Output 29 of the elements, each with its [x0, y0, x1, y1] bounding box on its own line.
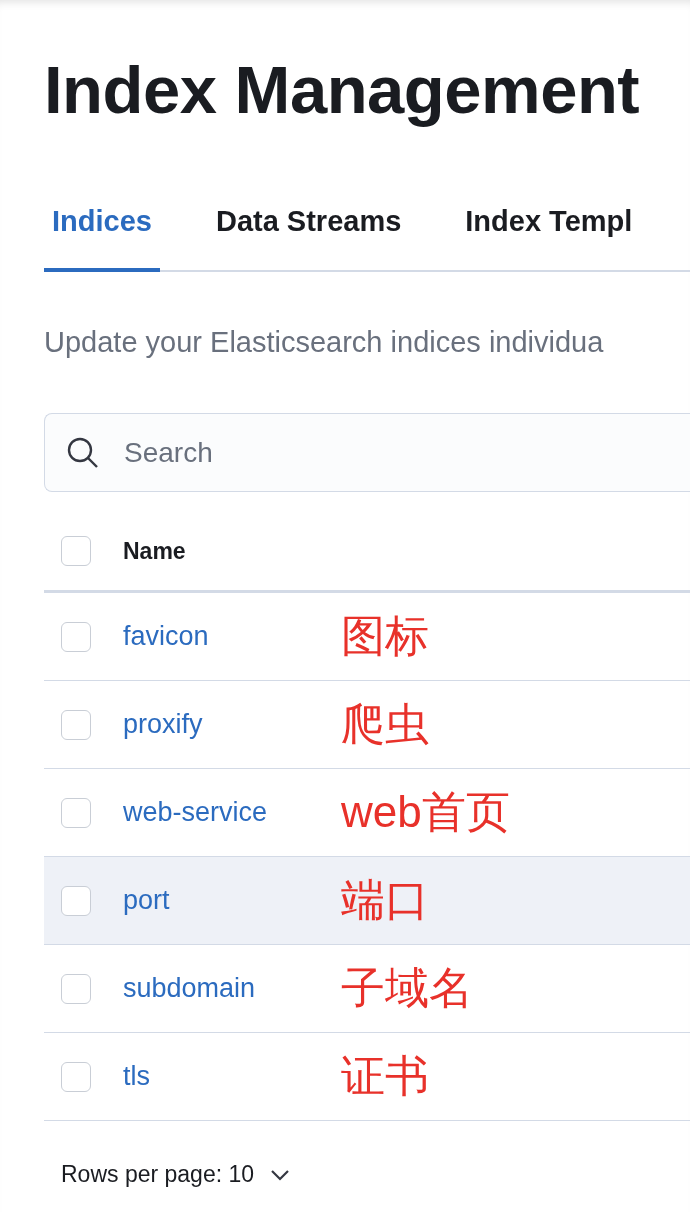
checkbox[interactable] [61, 536, 91, 566]
index-link[interactable]: port [123, 885, 313, 916]
checkbox[interactable] [61, 621, 91, 652]
checkbox[interactable] [61, 973, 91, 1004]
annotation-text: 端口 [341, 874, 429, 926]
annotation-text: 子域名 [341, 962, 473, 1014]
index-link[interactable]: subdomain [123, 973, 313, 1004]
checkbox[interactable] [61, 709, 91, 740]
annotation-text: 证书 [341, 1050, 429, 1102]
checkbox[interactable] [61, 1061, 91, 1092]
chevron-down-icon [270, 1168, 291, 1181]
search-icon [66, 436, 100, 470]
index-link[interactable]: tls [123, 1061, 313, 1092]
search-field[interactable]: Search [44, 413, 690, 492]
rows-per-page-button[interactable]: Rows per page: 10 [61, 1161, 291, 1188]
checkbox[interactable] [61, 797, 91, 828]
tab[interactable]: Data Streams [207, 205, 410, 272]
column-header[interactable]: Name [123, 537, 186, 565]
tab[interactable]: Index Templ [457, 205, 641, 272]
index-link[interactable]: proxify [123, 709, 313, 740]
annotation-text: 爬虫 [341, 698, 429, 750]
index-link[interactable]: favicon [123, 621, 313, 652]
annotation-text: web首页 [341, 786, 510, 838]
tab[interactable]: Indices [44, 205, 160, 272]
description-text: Update your Elasticsearch indices individua [44, 326, 605, 359]
index-link[interactable]: web-service [123, 797, 313, 828]
annotation-text: 图标 [341, 610, 429, 662]
checkbox[interactable] [61, 885, 91, 916]
page-title: Index Management [44, 51, 641, 129]
